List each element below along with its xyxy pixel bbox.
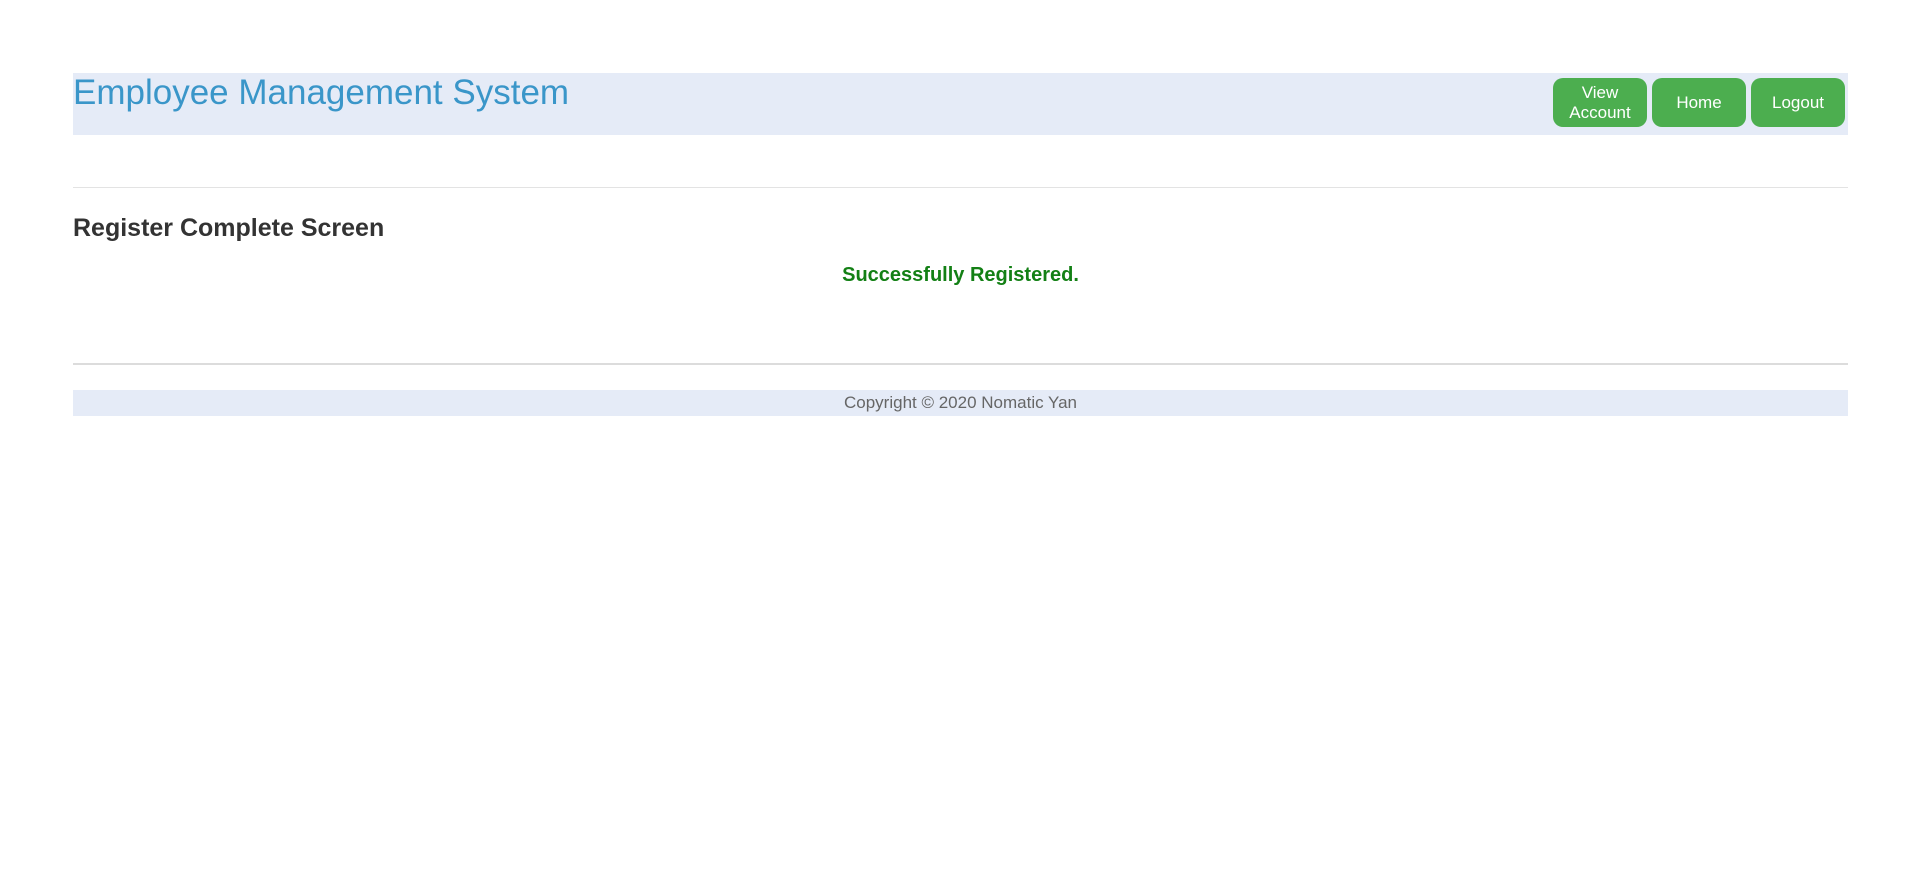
footer-divider (73, 363, 1848, 365)
copyright-text: Copyright © 2020 Nomatic Yan (843, 393, 1078, 412)
footer-bar: Copyright © 2020 Nomatic Yan (73, 390, 1848, 416)
app-title: Employee Management System (73, 73, 570, 112)
page-title: Register Complete Screen (73, 214, 385, 242)
header-bar: Employee Management System View Account … (73, 73, 1848, 135)
view-account-button[interactable]: View Account (1553, 78, 1647, 127)
success-message: Successfully Registered. (842, 264, 1079, 286)
logout-button[interactable]: Logout (1751, 78, 1845, 127)
page-container: Employee Management System View Account … (73, 73, 1848, 416)
nav-buttons: View Account Home Logout (1553, 78, 1845, 127)
header-divider (73, 187, 1848, 188)
home-button[interactable]: Home (1652, 78, 1746, 127)
